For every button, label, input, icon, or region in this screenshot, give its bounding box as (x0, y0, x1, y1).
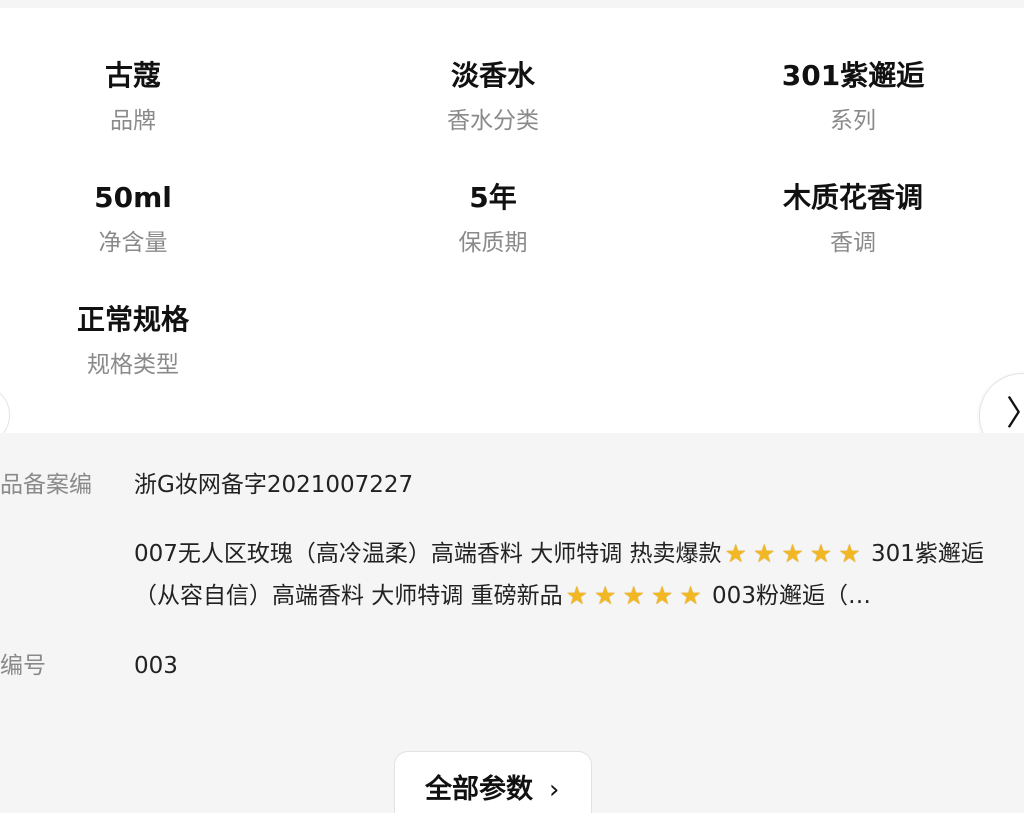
spec-label: 净含量 (98, 230, 168, 256)
detail-value: 浙G妆网备字2021007227 (134, 472, 414, 498)
spec-value: 淡香水 (450, 59, 535, 92)
star-icon: ★ (594, 581, 617, 610)
star-icon: ★ (565, 581, 589, 610)
star-icon: ★ (650, 581, 674, 610)
all-params-button[interactable]: 全部参数 › (394, 751, 592, 813)
spec-label: 品牌 (110, 108, 156, 134)
star-icon: ★ (781, 539, 804, 568)
star-icon: ★ (724, 539, 747, 568)
spec-value: 古蔻 (104, 59, 161, 92)
star-icon: ★ (838, 539, 861, 568)
fragrance-option-text: 007无人区玫瑰（高冷温柔）高端香料 大师特调 热卖爆款 (134, 541, 722, 567)
spec-spec-type: 正常规格 规格类型 (0, 302, 283, 380)
spec-value: 5年 (469, 181, 517, 214)
spec-category: 淡香水 香水分类 (343, 58, 643, 136)
spec-value: 50ml (94, 181, 172, 214)
spec-series: 301紫邂逅 系列 (703, 58, 1003, 136)
spec-label: 系列 (830, 108, 876, 134)
spec-value: 正常规格 (76, 303, 189, 336)
spec-shelf-life: 5年 保质期 (343, 180, 643, 258)
spec-value: 301紫邂逅 (781, 59, 925, 92)
spec-label: 规格类型 (87, 352, 179, 378)
spec-label: 香调 (830, 230, 876, 256)
spec-value: 木质花香调 (782, 181, 923, 214)
product-params-panel: 古蔻 品牌 淡香水 香水分类 301紫邂逅 系列 50ml 净含量 5年 保质期… (0, 0, 1024, 813)
chevron-right-icon: 〉 (1006, 397, 1024, 431)
fragrance-option-text: 003粉邂逅（… (712, 583, 871, 609)
detail-value: 003 (134, 653, 178, 679)
chevron-right-icon: › (549, 775, 560, 805)
spec-volume: 50ml 净含量 (0, 180, 283, 258)
star-icon: ★ (679, 581, 702, 610)
spec-brand: 古蔻 品牌 (0, 58, 283, 136)
all-params-label: 全部参数 (425, 774, 533, 805)
spec-scent-family: 木质花香调 香调 (703, 180, 1003, 258)
spec-card: 古蔻 品牌 淡香水 香水分类 301紫邂逅 系列 50ml 净含量 5年 保质期… (0, 8, 1024, 433)
star-icon: ★ (809, 539, 833, 568)
spec-label: 香水分类 (447, 108, 539, 134)
star-icon: ★ (622, 581, 645, 610)
detail-label: 品备案编 (0, 472, 92, 498)
detail-label: 编号 (0, 653, 46, 679)
star-icon: ★ (752, 539, 776, 568)
rating-stars: ★ ★ ★ ★ ★ (563, 581, 705, 610)
top-divider (0, 0, 1024, 8)
rating-stars: ★ ★ ★ ★ ★ (722, 539, 864, 568)
spec-label: 保质期 (458, 230, 528, 256)
fragrance-options: 007无人区玫瑰（高冷温柔）高端香料 大师特调 热卖爆款 ★ ★ ★ ★ ★ 301紫邂逅… (134, 533, 1024, 615)
